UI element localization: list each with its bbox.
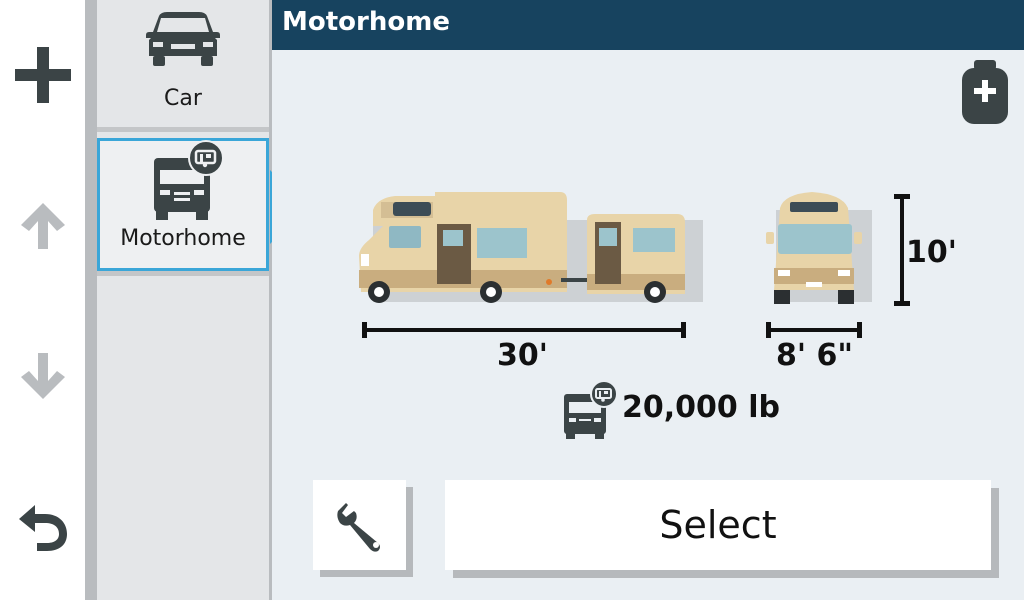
nav-divider <box>85 0 97 600</box>
back-button[interactable] <box>0 482 85 572</box>
length-dimension-bar <box>362 322 686 338</box>
plus-icon <box>14 47 71 103</box>
width-dimension-bar <box>766 322 862 338</box>
left-nav <box>0 0 85 600</box>
motorhome-weight-icon <box>564 380 618 439</box>
weight-value: 20,000 lb <box>622 390 780 425</box>
scroll-down-button[interactable] <box>0 332 85 422</box>
profile-item-motorhome[interactable]: Motorhome <box>97 138 269 271</box>
vehicle-side-view-illustration <box>359 192 703 303</box>
profile-item-car[interactable]: Car <box>97 0 269 132</box>
title-bar: Motorhome <box>272 0 1024 50</box>
vehicle-settings-button[interactable] <box>313 480 406 570</box>
profile-label-car: Car <box>164 86 202 111</box>
propane-tank-add-icon <box>962 60 1008 124</box>
scroll-up-button[interactable] <box>0 180 85 270</box>
back-icon <box>18 505 67 551</box>
motorhome-icon <box>154 140 224 220</box>
profile-label-motorhome: Motorhome <box>120 226 246 251</box>
add-button[interactable] <box>0 30 85 120</box>
width-value: 8' 6" <box>776 338 854 373</box>
select-button[interactable]: Select <box>445 480 991 570</box>
add-propane-tank-button[interactable] <box>960 60 1010 130</box>
arrow-down-icon <box>20 353 65 399</box>
vehicle-profile-list: Car Motorhome <box>97 0 269 600</box>
car-icon <box>146 12 220 66</box>
length-value: 30' <box>497 338 548 373</box>
profile-item-shadow <box>97 271 269 276</box>
page-title: Motorhome <box>282 7 450 37</box>
wrench-icon <box>336 503 380 552</box>
arrow-up-icon <box>20 203 65 249</box>
vehicle-front-view-illustration <box>766 192 872 304</box>
height-value: 10' <box>906 235 957 270</box>
